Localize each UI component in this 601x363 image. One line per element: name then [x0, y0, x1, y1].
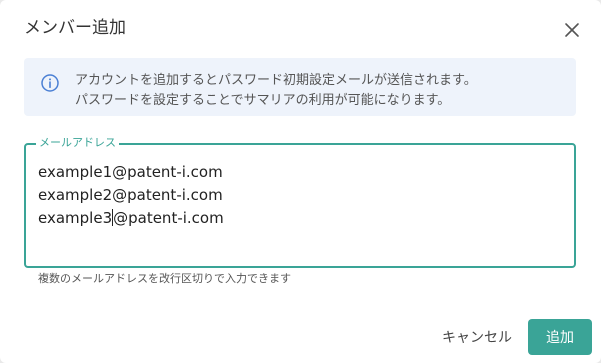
email-helper-text: 複数のメールアドレスを改行区切りで入力できます — [38, 272, 291, 285]
info-text: アカウントを追加するとパスワード初期設定メールが送信されます。 パスワードを設定… — [75, 71, 477, 111]
email-field-label: メールアドレス — [36, 136, 119, 150]
email-line-3-after-caret: @patent-i.com — [113, 209, 224, 227]
close-button[interactable] — [558, 16, 586, 44]
info-line-1: アカウントを追加するとパスワード初期設定メールが送信されます。 — [75, 73, 477, 88]
email-field-value[interactable]: example1@patent-i.com example2@patent-i.c… — [38, 161, 224, 230]
info-icon — [41, 74, 59, 92]
add-member-dialog: メンバー追加 アカウントを追加するとパスワード初期設定メールが送信されます。 パ… — [0, 0, 601, 363]
dialog-title: メンバー追加 — [24, 18, 126, 38]
email-line-3-before-caret: example3 — [38, 209, 113, 227]
email-addresses-field[interactable]: メールアドレス example1@patent-i.com example2@pa… — [24, 136, 576, 268]
cancel-button[interactable]: キャンセル — [432, 319, 522, 355]
close-icon — [565, 23, 579, 37]
info-message: アカウントを追加するとパスワード初期設定メールが送信されます。 パスワードを設定… — [24, 58, 576, 116]
info-line-2: パスワードを設定することでサマリアの利用が可能になります。 — [75, 93, 451, 108]
email-line-2: example2@patent-i.com — [38, 186, 223, 204]
email-line-1: example1@patent-i.com — [38, 163, 223, 181]
email-line-3: example3@patent-i.com — [38, 207, 224, 230]
add-button[interactable]: 追加 — [528, 319, 592, 355]
